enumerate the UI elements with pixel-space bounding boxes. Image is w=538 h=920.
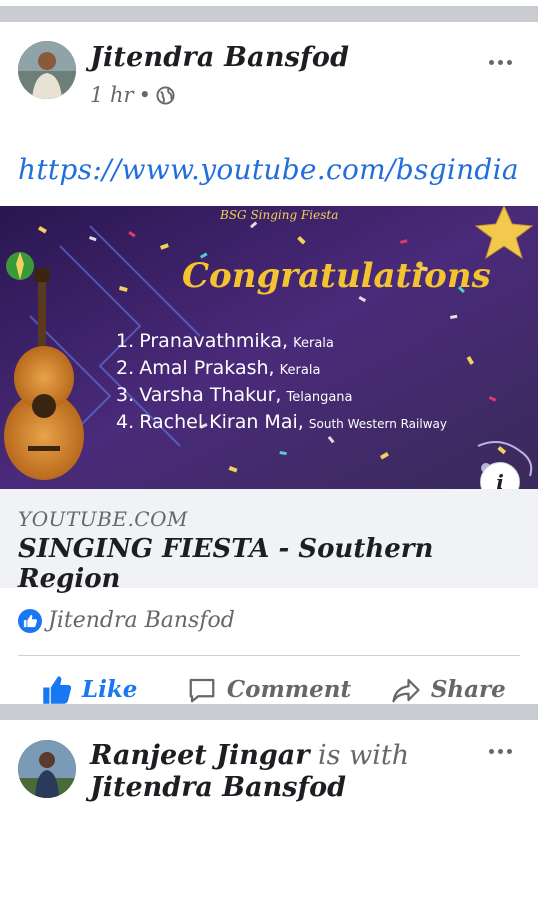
winners-list: 1. Pranavathmika, Kerala 2. Amal Prakash… (116, 330, 447, 433)
meta-separator: • (138, 83, 151, 107)
winner-item: 4. Rachel Kiran Mai, South Western Railw… (116, 411, 447, 433)
winner-region: Kerala (279, 363, 321, 378)
author-name[interactable]: Ranjeet Jingar (90, 740, 309, 771)
like-reaction-icon (18, 608, 42, 633)
preview-heading: Congratulations (182, 256, 491, 296)
author-name[interactable]: Jitendra Bansfod (90, 42, 349, 73)
thumbs-up-icon (42, 675, 72, 705)
with-text: is with (318, 740, 410, 771)
winner-name: Varsha Thakur, (139, 384, 282, 406)
like-button[interactable]: Like (0, 662, 179, 717)
feed-separator (0, 6, 538, 22)
winner-item: 3. Varsha Thakur, Telangana (116, 384, 447, 406)
post-link[interactable]: https://www.youtube.com/bsgindia (18, 153, 519, 186)
link-meta[interactable]: YOUTUBE.COM SINGING FIESTA - Southern Re… (0, 489, 538, 594)
post-header: Jitendra Bansfod 1 hr • (0, 22, 538, 107)
comment-button[interactable]: Comment (179, 662, 358, 717)
post-time[interactable]: 1 hr (90, 83, 134, 107)
winner-region: Kerala (293, 336, 334, 351)
author-avatar[interactable] (18, 740, 76, 798)
feed-post: Ranjeet Jingar is with Jitendra Bansfod (0, 720, 538, 920)
post-meta: 1 hr • (90, 83, 175, 107)
link-preview-image[interactable]: BSG Singing Fiesta Congratulations 1. Pr… (0, 206, 538, 489)
post-actions: Like Comment Share (0, 662, 538, 717)
reactor-names: Jitendra Bansfod (48, 608, 235, 633)
preview-banner-caption: BSG Singing Fiesta (220, 208, 339, 222)
actions-divider (18, 655, 520, 656)
winner-name: Rachel Kiran Mai, (139, 411, 304, 433)
comment-icon (187, 675, 217, 705)
winner-rank: 1. (116, 330, 135, 352)
winner-rank: 2. (116, 357, 135, 379)
more-options-icon[interactable] (489, 749, 512, 754)
winner-region: Telangana (286, 390, 353, 405)
share-button[interactable]: Share (359, 662, 538, 717)
share-icon (391, 675, 421, 705)
author-line: Ranjeet Jingar is with (90, 740, 409, 771)
link-domain: YOUTUBE.COM (18, 507, 188, 531)
winner-rank: 4. (116, 411, 135, 433)
globe-icon (156, 85, 175, 105)
winner-rank: 3. (116, 384, 135, 406)
winner-name: Amal Prakash, (139, 357, 275, 379)
feed-post: Jitendra Bansfod 1 hr • https://www.yout… (0, 22, 538, 704)
link-title: SINGING FIESTA - Southern Region (18, 534, 434, 594)
winner-region: South Western Railway (308, 417, 447, 431)
like-label: Like (81, 676, 138, 703)
winner-item: 1. Pranavathmika, Kerala (116, 330, 447, 352)
share-label: Share (430, 676, 506, 703)
tagged-name[interactable]: Jitendra Bansfod (90, 772, 346, 803)
comment-label: Comment (226, 676, 352, 703)
winner-item: 2. Amal Prakash, Kerala (116, 357, 447, 379)
author-avatar[interactable] (18, 41, 76, 99)
winner-name: Pranavathmika, (139, 330, 289, 352)
reactions-summary[interactable]: Jitendra Bansfod (18, 608, 235, 633)
more-options-icon[interactable] (489, 60, 512, 65)
